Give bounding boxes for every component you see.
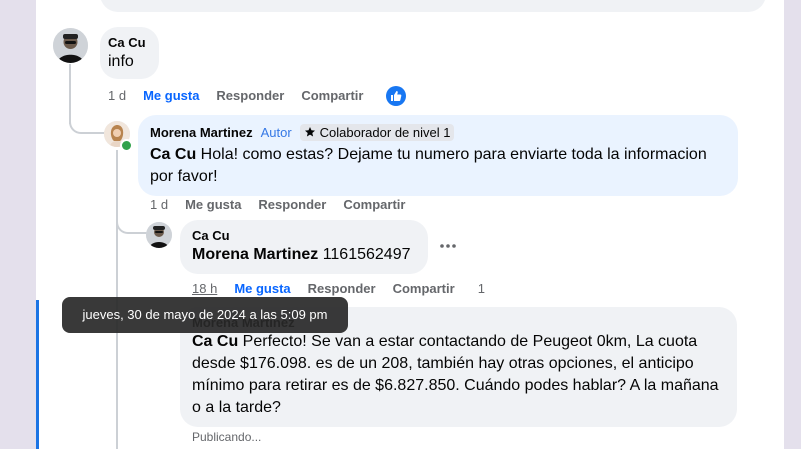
comment-body: 1161562497: [318, 246, 411, 263]
comment-header: Morena Martinez Autor Colaborador de niv…: [150, 123, 726, 141]
author-role-label: Autor: [260, 124, 292, 140]
timestamp-tooltip: jueves, 30 de mayo de 2024 a las 5:09 pm: [62, 297, 348, 333]
thread-connector: [69, 108, 109, 134]
comment-actions: 1 d Me gusta Responder Compartir: [150, 197, 422, 212]
ellipsis-icon: [440, 244, 456, 248]
comment-author[interactable]: Ca Cu: [192, 228, 416, 243]
highlight-rule: [36, 300, 39, 449]
mention-link[interactable]: Morena Martinez: [192, 246, 318, 263]
avatar[interactable]: [53, 28, 88, 63]
user-avatar-icon: [146, 222, 172, 248]
star-icon: [304, 127, 315, 137]
like-button[interactable]: Me gusta: [143, 88, 199, 103]
posting-status: Publicando...: [192, 430, 262, 444]
like-reaction-icon[interactable]: [386, 86, 406, 106]
comment-text: Ca Cu Hola! como estas? Dejame tu numero…: [150, 144, 726, 188]
thread-connector: [116, 210, 148, 234]
thumbs-up-icon: [391, 91, 402, 101]
comment-author[interactable]: Morena Martinez: [150, 125, 253, 140]
avatar[interactable]: [146, 222, 172, 248]
like-button[interactable]: Me gusta: [234, 281, 290, 296]
badge-label: Colaborador de nivel 1: [319, 124, 451, 140]
reply-button[interactable]: Responder: [216, 88, 284, 103]
like-button[interactable]: Me gusta: [185, 197, 241, 212]
previous-comment-bubble: [100, 0, 766, 12]
more-options-icon[interactable]: [438, 236, 458, 256]
share-button[interactable]: Compartir: [393, 281, 455, 296]
comment-actions: 1 d Me gusta Responder Compartir: [108, 88, 380, 103]
reaction-count[interactable]: 1: [478, 281, 485, 296]
comment-bubble: Ca Cu info: [100, 27, 159, 79]
user-avatar-icon: [53, 28, 88, 63]
comment-actions: 18 h Me gusta Responder Compartir 1: [192, 281, 502, 296]
comment-body: Hola! como estas? Dejame tu numero para …: [150, 146, 707, 185]
comment-time-link[interactable]: 18 h: [192, 281, 217, 296]
page-scrollbar[interactable]: [784, 0, 801, 449]
share-button[interactable]: Compartir: [343, 197, 405, 212]
comment-bubble: Ca Cu Morena Martinez 1161562497: [180, 220, 428, 274]
share-button[interactable]: Compartir: [301, 88, 363, 103]
reply-button[interactable]: Responder: [258, 197, 326, 212]
comment-time-link[interactable]: 1 d: [108, 88, 126, 103]
comment-time-link[interactable]: 1 d: [150, 197, 168, 212]
online-status-dot: [120, 139, 133, 152]
contributor-badge[interactable]: Colaborador de nivel 1: [299, 123, 455, 141]
reply-button[interactable]: Responder: [308, 281, 376, 296]
comment-bubble: Morena Martinez Autor Colaborador de niv…: [138, 115, 738, 196]
comment-text: Morena Martinez 1161562497: [192, 244, 416, 266]
mention-link[interactable]: Ca Cu: [150, 146, 196, 163]
mention-link[interactable]: Ca Cu: [192, 333, 238, 350]
comment-body: Perfecto! Se van a estar contactando de …: [192, 333, 719, 416]
comment-author[interactable]: Ca Cu: [108, 35, 151, 50]
comment-text: info: [108, 53, 134, 70]
comment-text: Ca Cu Perfecto! Se van a estar contactan…: [192, 331, 725, 419]
